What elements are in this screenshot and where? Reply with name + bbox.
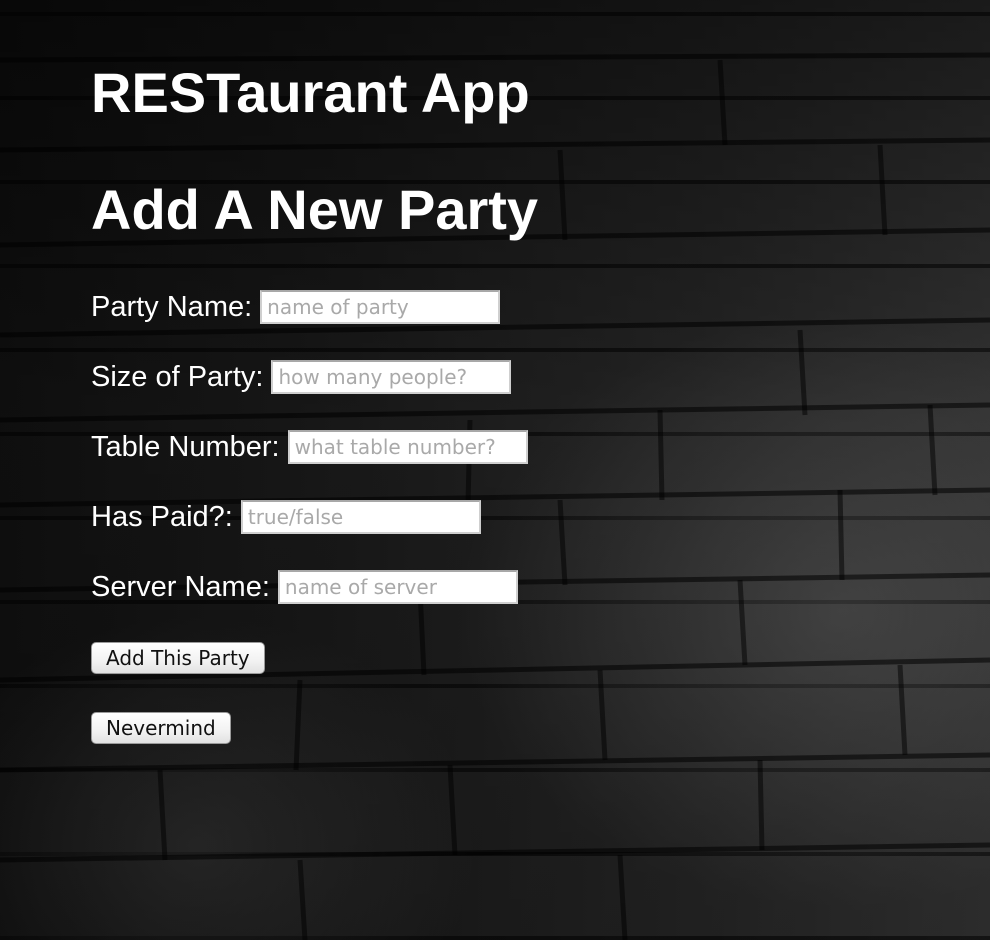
nevermind-button[interactable]: Nevermind — [91, 712, 231, 744]
table-number-row: Table Number: — [91, 427, 528, 467]
party-size-row: Size of Party: — [91, 357, 512, 397]
brick-wall-background — [0, 52, 990, 940]
party-name-label: Party Name: — [91, 291, 253, 323]
party-name-input[interactable] — [260, 290, 501, 324]
add-party-button[interactable]: Add This Party — [91, 642, 265, 674]
table-number-label: Table Number: — [91, 431, 280, 463]
server-name-row: Server Name: — [91, 567, 518, 607]
server-name-input[interactable] — [277, 570, 518, 604]
has-paid-input[interactable] — [240, 500, 481, 534]
server-name-label: Server Name: — [91, 571, 270, 603]
table-number-input[interactable] — [287, 430, 528, 464]
party-size-label: Size of Party: — [91, 361, 264, 393]
app-title: RESTaurant App — [91, 61, 530, 124]
has-paid-row: Has Paid?: — [91, 497, 481, 537]
party-size-input[interactable] — [271, 360, 512, 394]
party-name-row: Party Name: — [91, 287, 501, 327]
page-heading: Add A New Party — [91, 178, 539, 241]
has-paid-label: Has Paid?: — [91, 501, 233, 533]
